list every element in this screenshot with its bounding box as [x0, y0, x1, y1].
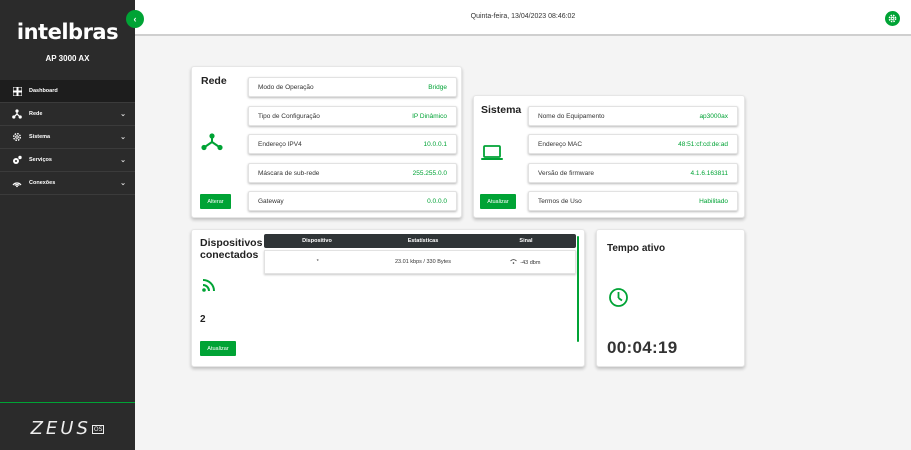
sistema-row-nome: Nome do Equipamento ap3000ax — [528, 106, 738, 126]
zeus-os-logo: ZEUS OS — [30, 418, 105, 439]
stats-cell: 23.01 kbps / 330 Bytes — [395, 259, 451, 265]
connected-devices-icon — [202, 278, 218, 297]
chevron-down-icon: ⌄ — [120, 157, 126, 164]
sistema-row-firmware: Versão de firmware 4.1.6.163811 — [528, 163, 738, 183]
top-header: Quinta-feira, 13/04/2023 08:46:02 — [135, 0, 911, 36]
network-icon — [201, 133, 223, 156]
dispositivos-title: Dispositivos conectados — [200, 237, 263, 261]
wifi-signal-icon — [510, 258, 518, 264]
devices-table-header: Dispositivo Estatísticas Sinal — [264, 234, 576, 248]
sidebar-item-sistema[interactable]: Sistema ⌄ — [0, 126, 135, 149]
sidebar-item-servicos[interactable]: Serviços ⌄ — [0, 149, 135, 172]
table-scrollbar[interactable] — [577, 236, 579, 342]
sidebar-menu: Dashboard Rede ⌄ Sistema ⌄ Serviços ⌄ Co… — [0, 80, 135, 195]
collapse-sidebar-button[interactable]: ‹ — [126, 10, 144, 28]
sistema-row-termos: Termos de Uso Habilitado — [528, 191, 738, 211]
sidebar-item-label: Rede — [29, 111, 43, 117]
rede-row-tipo: Tipo de Configuração IP Dinâmico — [248, 106, 457, 126]
sistema-row-mac: Endereço MAC 48:51:cf:cd:de:ad — [528, 134, 738, 154]
sidebar-divider — [0, 402, 135, 403]
settings-button[interactable] — [885, 11, 900, 26]
sidebar-item-label: Dashboard — [29, 88, 58, 94]
rede-row-ipv4: Endereço IPV4 10.0.0.1 — [248, 134, 457, 154]
tempo-title: Tempo ativo — [607, 243, 666, 254]
rede-row-modo: Modo de Operação Bridge — [248, 77, 457, 97]
chevron-down-icon: ⌄ — [120, 134, 126, 141]
devices-count: 2 — [200, 314, 206, 325]
sidebar: intelbras AP 3000 AX Dashboard Rede ⌄ Si… — [0, 0, 135, 450]
uptime-value: 00:04:19 — [607, 338, 678, 357]
chevron-down-icon: ⌄ — [120, 180, 126, 187]
atualizar-dispositivos-button[interactable]: Atualizar — [200, 341, 236, 356]
rede-row-gateway: Gateway 0.0.0.0 — [248, 191, 457, 211]
sidebar-item-conexoes[interactable]: Conexões ⌄ — [0, 172, 135, 195]
column-header: Dispositivo — [302, 238, 332, 244]
clock-icon — [608, 287, 629, 313]
sidebar-item-rede[interactable]: Rede ⌄ — [0, 103, 135, 126]
network-icon — [12, 109, 22, 119]
settings-icon — [12, 132, 22, 142]
sidebar-item-label: Conexões — [29, 180, 56, 186]
wifi-icon — [12, 178, 22, 188]
column-header: Estatísticas — [407, 238, 439, 244]
device-cell: * — [316, 259, 319, 265]
table-row[interactable]: * 23.01 kbps / 330 Bytes -43 dbm — [264, 250, 576, 274]
signal-cell: -43 dbm — [476, 258, 575, 266]
column-header: Sinal — [519, 238, 533, 244]
sidebar-item-label: Serviços — [29, 157, 52, 163]
atualizar-sistema-button[interactable]: Atualizar — [480, 194, 516, 209]
sidebar-item-dashboard[interactable]: Dashboard — [0, 80, 135, 103]
sistema-title: Sistema — [481, 104, 522, 116]
brand-logo: intelbras — [16, 20, 119, 44]
header-datetime: Quinta-feira, 13/04/2023 08:46:02 — [470, 13, 576, 20]
rede-row-mascara: Máscara de sub-rede 255.255.0.0 — [248, 163, 457, 183]
device-model: AP 3000 AX — [45, 54, 90, 63]
gear-icon — [888, 14, 897, 23]
dashboard-icon — [12, 86, 22, 96]
sidebar-item-label: Sistema — [29, 134, 51, 140]
laptop-icon — [481, 145, 503, 166]
alterar-button[interactable]: Alterar — [200, 194, 231, 209]
services-icon — [12, 155, 22, 165]
chevron-down-icon: ⌄ — [120, 111, 126, 118]
rede-title: Rede — [201, 75, 227, 87]
